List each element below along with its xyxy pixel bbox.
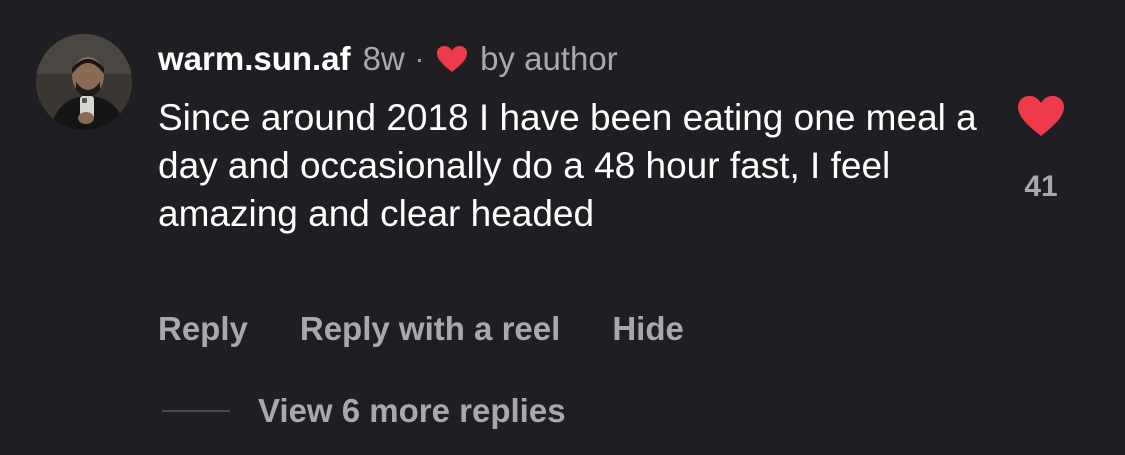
avatar[interactable] <box>36 34 132 130</box>
like-count: 41 <box>1024 170 1058 203</box>
separator-dot: · <box>414 43 425 74</box>
heart-filled-icon <box>1018 96 1064 136</box>
hide-button[interactable]: Hide <box>612 310 684 348</box>
avatar-photo <box>36 34 132 130</box>
timestamp: 8w <box>362 40 405 77</box>
comment-header: warm.sun.af 8w · by author <box>158 38 618 80</box>
replies-divider <box>162 410 230 412</box>
view-more-replies-label: View 6 more replies <box>258 392 566 429</box>
comment-actions: Reply Reply with a reel Hide <box>158 306 736 352</box>
username[interactable]: warm.sun.af <box>158 40 351 78</box>
like-button[interactable] <box>1016 94 1066 138</box>
liked-by-author-label: by author <box>480 40 618 77</box>
author-heart-icon <box>436 45 468 73</box>
view-more-replies-button[interactable]: View 6 more replies <box>162 388 566 434</box>
reply-with-reel-button[interactable]: Reply with a reel <box>300 310 560 348</box>
reply-button[interactable]: Reply <box>158 310 248 348</box>
comment-text: Since around 2018 I have been eating one… <box>158 97 977 234</box>
